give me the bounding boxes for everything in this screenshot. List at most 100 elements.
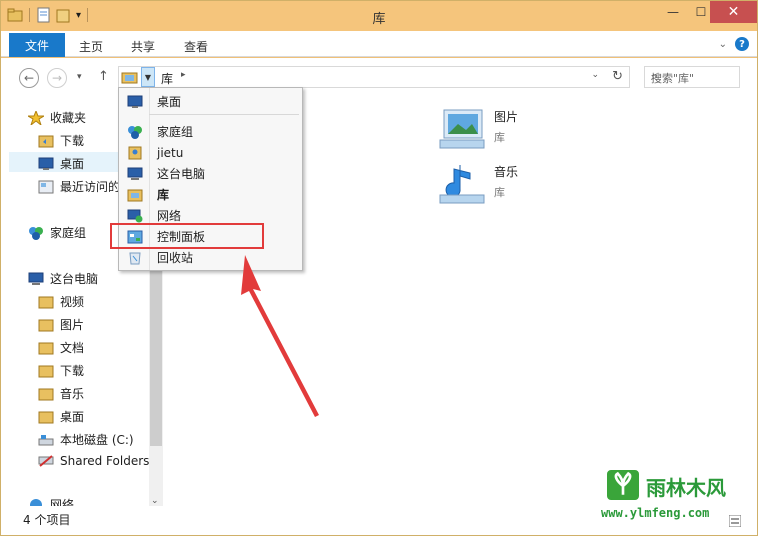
user-folder-icon <box>128 146 142 159</box>
sidebar-item-label: 视频 <box>60 295 85 309</box>
main-content: 收藏夹 下载 桌面 最近访问的 家庭组 这台电脑 视频 图片 文档 下载 音乐 … <box>1 96 757 506</box>
dropdown-item-desktop[interactable]: 桌面 <box>119 91 302 112</box>
dropdown-item-library[interactable]: 库 <box>119 184 302 205</box>
dropdown-item-this-pc[interactable]: 这台电脑 <box>119 163 302 184</box>
library-type: 库 <box>494 131 505 144</box>
folder-icon <box>38 411 54 423</box>
maximize-icon: ☐ <box>695 5 707 19</box>
help-icon[interactable]: ? <box>735 37 749 51</box>
computer-icon <box>28 272 44 285</box>
tab-home[interactable]: 主页 <box>79 38 103 55</box>
folder-icon <box>38 296 54 308</box>
sidebar-item-label: 桌面 <box>60 157 85 171</box>
drive-icon <box>38 434 54 445</box>
dropdown-item-label: 库 <box>157 188 170 202</box>
sidebar-item-label: 家庭组 <box>50 226 87 240</box>
sidebar-item-downloads[interactable]: 下载 <box>38 132 84 149</box>
up-arrow-icon[interactable]: ↑ <box>98 69 109 84</box>
folder-icon <box>38 135 54 147</box>
search-box[interactable]: 搜索"库" ⌕ <box>644 66 740 88</box>
scroll-down-icon[interactable]: ⌄ <box>151 496 159 506</box>
folder-icon <box>38 388 54 400</box>
ribbon-controls: ⌄ ? <box>719 37 749 51</box>
details-view-icon[interactable] <box>729 515 741 527</box>
brand-logo-icon <box>605 468 641 502</box>
library-item-pictures[interactable]: 图片 库 <box>438 108 518 152</box>
address-history-icon[interactable]: ⌄ <box>591 70 599 80</box>
dropdown-item-label: 桌面 <box>157 95 182 109</box>
pictures-library-icon <box>439 109 485 149</box>
sidebar-item-documents[interactable]: 文档 <box>38 339 84 356</box>
sidebar-item-pictures[interactable]: 图片 <box>38 316 84 333</box>
dropdown-item-label: 网络 <box>157 209 182 223</box>
address-location[interactable]: 库 <box>161 70 173 87</box>
folder-icon <box>38 319 54 331</box>
library-name: 音乐 <box>494 165 519 179</box>
sidebar-item-this-pc[interactable]: 这台电脑 <box>28 270 98 287</box>
library-item-music[interactable]: 音乐 库 <box>438 163 518 207</box>
annotation-arrow-icon <box>241 255 319 417</box>
expand-ribbon-icon[interactable]: ⌄ <box>719 39 727 50</box>
dropdown-item-label: 回收站 <box>157 251 194 265</box>
network-icon <box>30 498 42 506</box>
sidebar-item-label: 最近访问的 <box>60 180 121 194</box>
recent-places-icon <box>38 180 54 193</box>
back-button[interactable]: ← <box>19 68 39 88</box>
folder-icon <box>38 365 54 377</box>
sidebar-item-downloads-pc[interactable]: 下载 <box>38 362 84 379</box>
library-type: 库 <box>494 186 505 199</box>
dropdown-item-label: jietu <box>157 145 184 160</box>
close-button[interactable]: ✕ <box>710 1 757 23</box>
library-icon <box>121 72 138 84</box>
star-icon <box>28 110 44 125</box>
sidebar-item-label: 文档 <box>60 341 85 355</box>
back-arrow-icon: ← <box>23 71 35 85</box>
dropdown-item-jietu[interactable]: jietu <box>119 142 302 163</box>
minimize-button[interactable]: — <box>659 1 687 23</box>
annotation-highlight-box <box>110 223 264 249</box>
minimize-icon: — <box>667 5 679 19</box>
sidebar-item-network[interactable]: 网络 <box>28 496 74 506</box>
watermark-url: www.ylmfeng.com <box>601 506 710 520</box>
ribbon-tabs: 文件 主页 共享 查看 ⌄ ? <box>1 31 757 57</box>
menu-separator <box>149 114 299 115</box>
sidebar-item-label: 下载 <box>60 134 85 148</box>
music-library-icon <box>439 165 485 204</box>
sidebar-item-desktop-pc[interactable]: 桌面 <box>38 408 84 425</box>
homegroup-icon <box>128 125 142 139</box>
sidebar-item-homegroup[interactable]: 家庭组 <box>28 224 86 241</box>
watermark-brand: 雨林木风 <box>646 476 726 500</box>
tab-share[interactable]: 共享 <box>131 38 155 55</box>
address-dropdown-button[interactable]: ▼ <box>141 67 155 87</box>
dropdown-item-homegroup[interactable]: 家庭组 <box>119 121 302 142</box>
breadcrumb-chevron-icon[interactable]: ▸ <box>181 70 186 80</box>
sidebar-item-local-disk[interactable]: 本地磁盘 (C:) <box>38 431 134 448</box>
explorer-window: ▾ 库 — ☐ ✕ 文件 主页 共享 查看 ⌄ ? ← → ▾ ↑ ▼ 库 ▸ … <box>0 0 758 536</box>
search-icon[interactable]: ⌕ <box>651 69 733 84</box>
sidebar-item-desktop[interactable]: 桌面 <box>38 155 84 172</box>
computer-icon <box>127 167 143 180</box>
network-drive-icon <box>38 455 54 467</box>
tab-file[interactable]: 文件 <box>9 33 65 57</box>
recent-locations-icon[interactable]: ▾ <box>77 72 82 82</box>
forward-button[interactable]: → <box>47 68 67 88</box>
address-bar[interactable]: ▼ 库 ▸ ⌄ ↻ <box>118 66 630 88</box>
network-icon <box>127 209 143 222</box>
sidebar-item-videos[interactable]: 视频 <box>38 293 84 310</box>
desktop-icon <box>38 157 54 170</box>
sidebar-item-label: 收藏夹 <box>50 111 87 125</box>
sidebar-item-label: 本地磁盘 (C:) <box>60 433 134 447</box>
homegroup-icon <box>29 226 43 240</box>
library-icon <box>127 189 143 201</box>
item-count: 4 个项目 <box>23 513 71 527</box>
refresh-icon[interactable]: ↻ <box>612 69 623 84</box>
sidebar-item-music[interactable]: 音乐 <box>38 385 84 402</box>
tab-view[interactable]: 查看 <box>184 38 208 55</box>
recycle-bin-icon <box>129 252 141 264</box>
close-icon: ✕ <box>727 4 740 20</box>
sidebar-item-shared-folders[interactable]: Shared Folders <box>38 454 149 468</box>
dropdown-item-label: 这台电脑 <box>157 167 206 181</box>
sidebar-item-label: 图片 <box>60 318 85 332</box>
sidebar-item-favorites[interactable]: 收藏夹 <box>28 109 86 126</box>
sidebar-item-recent-places[interactable]: 最近访问的 <box>38 178 120 195</box>
